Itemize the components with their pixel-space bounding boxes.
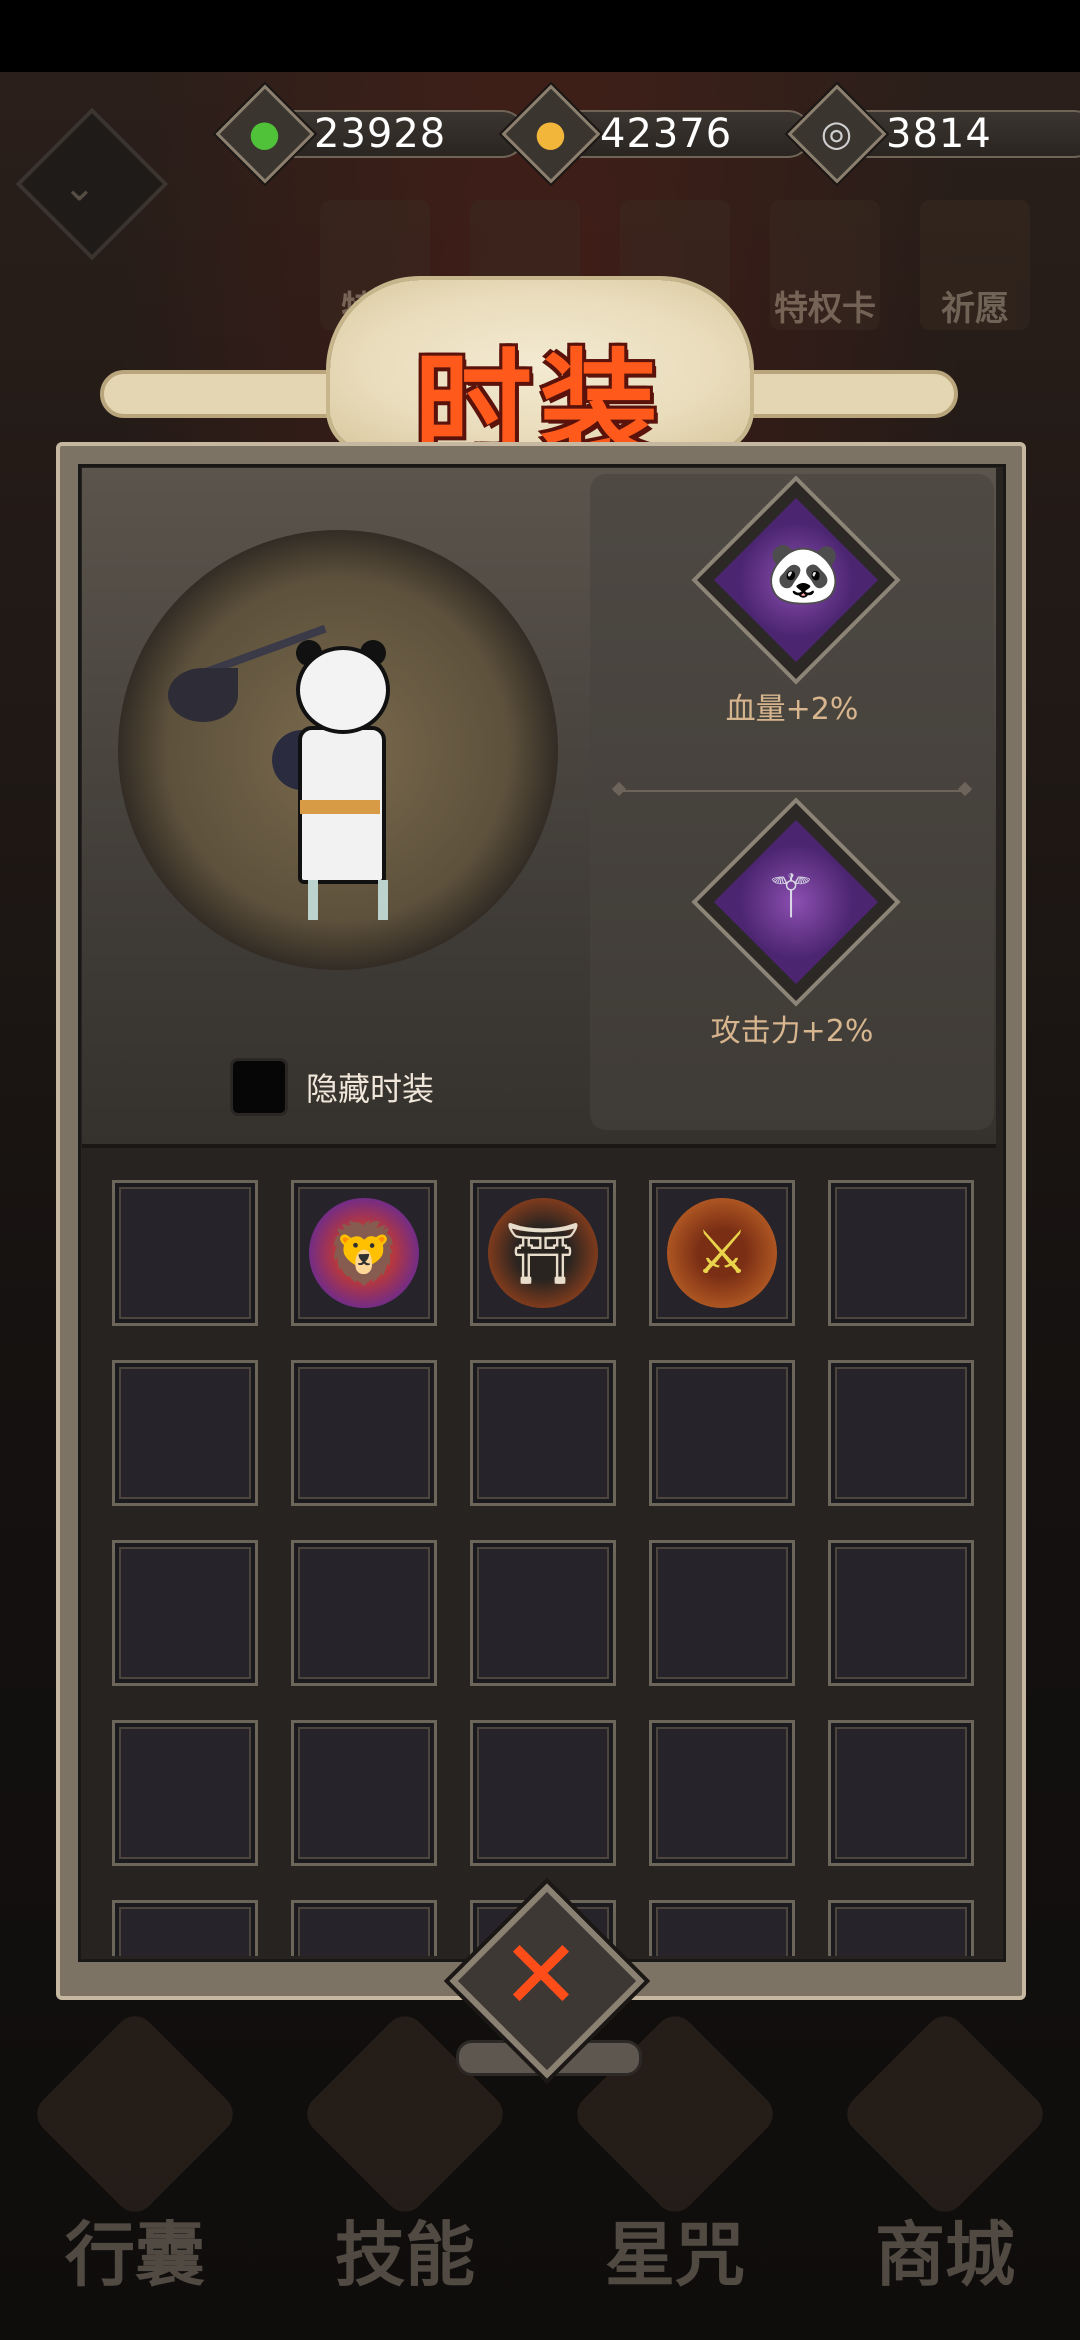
status-bar (0, 0, 1080, 72)
nav-item-shop: 商城 (838, 2007, 1052, 2300)
costume-slot[interactable] (649, 1720, 795, 1866)
currency-value: 3814 (862, 110, 1080, 158)
hide-costume-toggle[interactable]: 隐藏时装 (230, 1058, 434, 1116)
costume-slot[interactable] (649, 1900, 795, 1956)
nav-label: 行囊 (65, 2213, 205, 2296)
panda-head-icon: 🐼 (766, 539, 841, 609)
costume-slot[interactable] (649, 1540, 795, 1686)
costume-slot[interactable] (112, 1360, 258, 1506)
nav-item-bag: 行囊 (28, 2007, 242, 2300)
currency-green-gem: ● 23928 (215, 84, 526, 184)
costume-slot[interactable] (112, 1720, 258, 1866)
currency-silver-spiral: ◎ 3814 (787, 84, 1080, 184)
hide-costume-label: 隐藏时装 (306, 1070, 435, 1108)
nav-item-star-spell: 星咒 (568, 2007, 782, 2300)
costume-slot[interactable]: ⚔ (649, 1180, 795, 1326)
lion-dance-costume-icon: 🦁 (309, 1198, 419, 1308)
currency-gold-coin: ● 42376 (501, 84, 812, 184)
chevron-down-icon: ⌄ (62, 164, 97, 211)
bonus-hp-label: 血量+2% (725, 692, 859, 727)
nav-label: 星咒 (605, 2213, 745, 2296)
nav-item-skills: 技能 (298, 2007, 512, 2300)
menu-item-privilege-card: 特权卡 (770, 200, 880, 330)
panda-legs (308, 880, 388, 920)
hide-costume-checkbox[interactable] (230, 1058, 288, 1116)
bag-icon (28, 2007, 242, 2221)
bottom-nav: 行囊 技能 星咒 商城 (0, 2007, 1080, 2300)
costume-slot[interactable] (112, 1540, 258, 1686)
shop-icon (838, 2007, 1052, 2221)
costume-slot[interactable]: 🦁 (291, 1180, 437, 1326)
costume-slot[interactable] (828, 1900, 974, 1956)
costume-grid: 🦁 ⛩ ⚔ (112, 1180, 978, 1956)
bonus-attack-label: 攻击力+2% (710, 1014, 874, 1049)
costume-slot[interactable] (828, 1180, 974, 1326)
costume-slot[interactable] (828, 1360, 974, 1506)
costume-slot[interactable] (112, 1900, 258, 1956)
scythe-icon: ⚚ (764, 862, 818, 932)
panda-character-head (296, 646, 390, 734)
costume-slot[interactable] (470, 1720, 616, 1866)
scythe-blade (168, 668, 238, 722)
costume-slot[interactable] (291, 1720, 437, 1866)
costume-slot[interactable] (828, 1540, 974, 1686)
costume-slot[interactable] (649, 1360, 795, 1506)
costume-slot[interactable] (470, 1360, 616, 1506)
bonus-divider (614, 790, 970, 792)
nav-label: 商城 (875, 2213, 1015, 2296)
currency-value: 23928 (290, 110, 526, 158)
menu-item-wish: 祈愿 (920, 200, 1030, 330)
samurai-costume-icon: ⛩ (488, 1198, 598, 1308)
costume-slot[interactable] (291, 1540, 437, 1686)
costume-slot[interactable] (291, 1360, 437, 1506)
costume-slot[interactable] (112, 1180, 258, 1326)
costume-slot[interactable]: ⛩ (470, 1180, 616, 1326)
close-icon[interactable]: ✕ (478, 1920, 604, 2030)
spear-costume-icon: ⚔ (667, 1198, 777, 1308)
nav-label: 技能 (335, 2213, 475, 2296)
currency-value: 42376 (576, 110, 812, 158)
panda-belt (300, 800, 380, 814)
costume-slot[interactable] (470, 1540, 616, 1686)
costume-slot[interactable] (828, 1720, 974, 1866)
costume-slot[interactable] (291, 1900, 437, 1956)
